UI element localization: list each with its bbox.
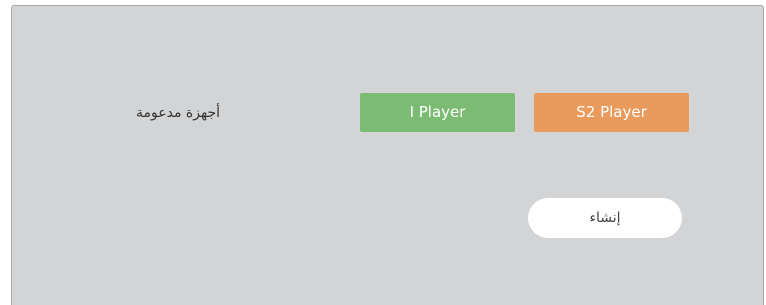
create-button[interactable]: إنشاء: [528, 198, 682, 238]
dialog-panel: [11, 5, 764, 305]
s2-player-button[interactable]: S2 Player: [534, 93, 689, 132]
i-player-button[interactable]: I Player: [360, 93, 515, 132]
supported-devices-label: أجهزة مدعومة: [136, 105, 220, 121]
